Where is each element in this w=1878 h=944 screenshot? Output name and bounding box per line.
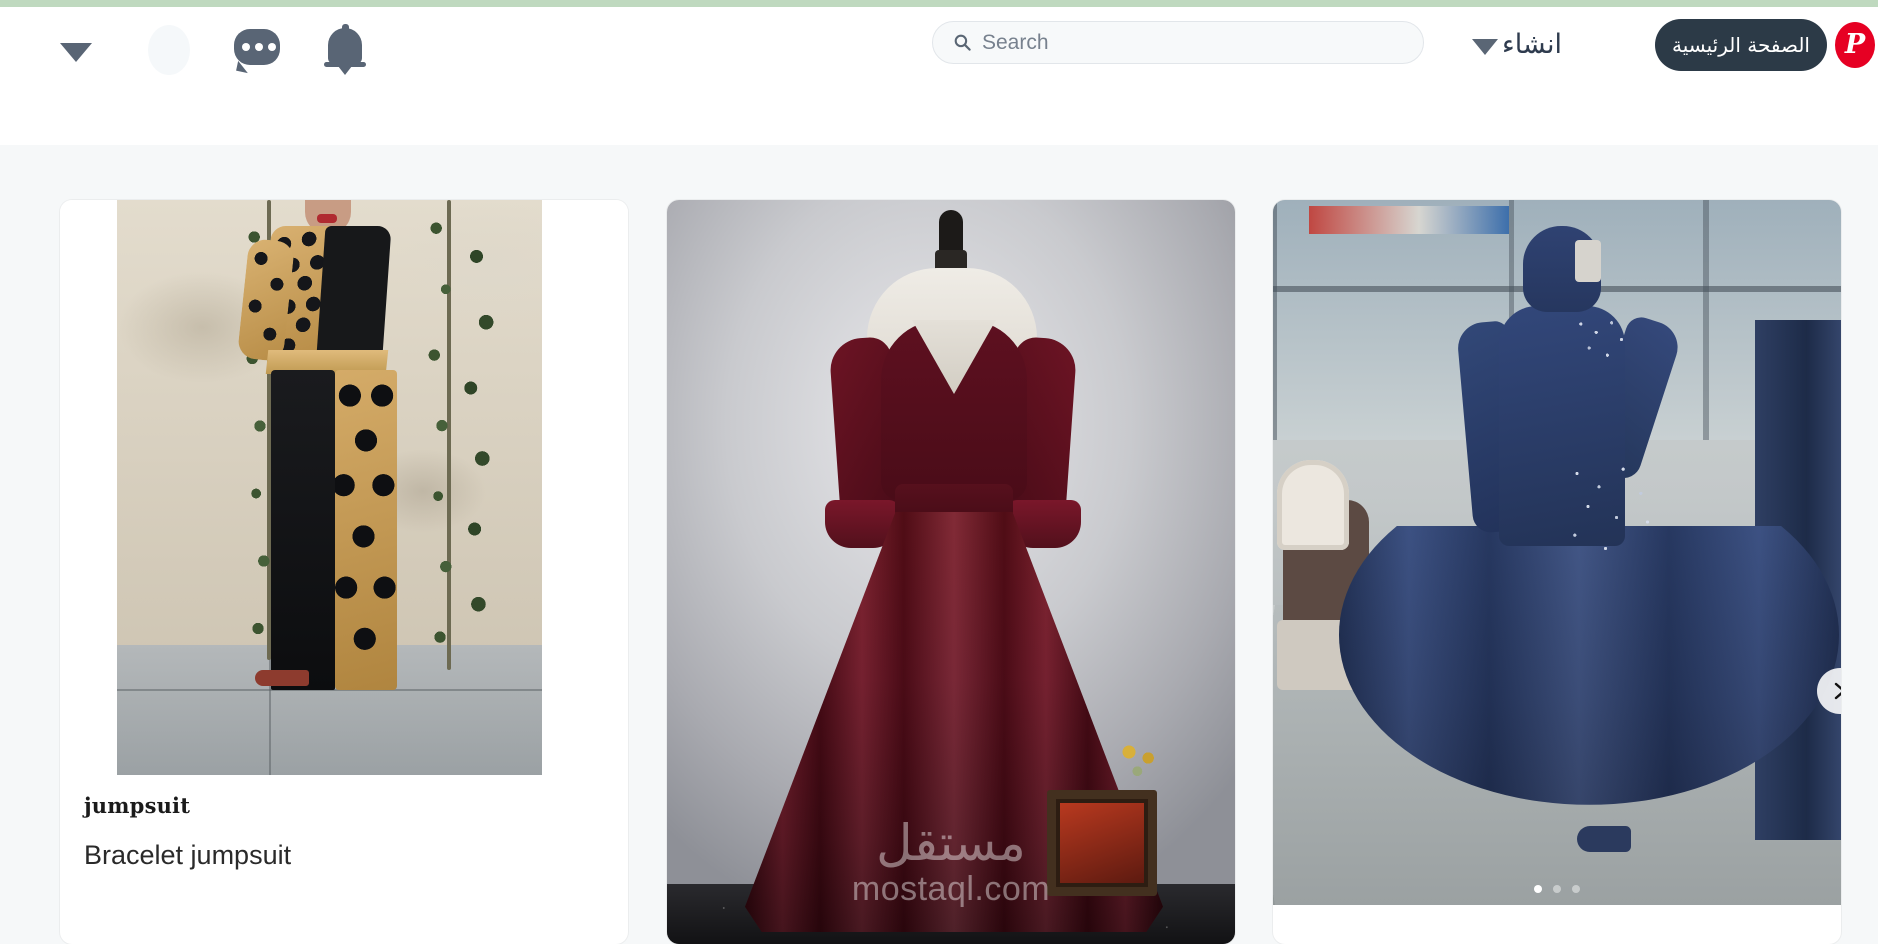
pin-image[interactable]: مستقل mostaql.com <box>667 200 1235 944</box>
bell-icon[interactable] <box>322 24 368 76</box>
chat-bubble-tail <box>236 60 250 74</box>
pin-image-art <box>117 200 542 775</box>
pin-grid: jumpsuit Bracelet jumpsuit مستقل mostaql… <box>0 200 1878 944</box>
search-bar[interactable] <box>932 21 1424 64</box>
pin-card[interactable]: مستقل mostaql.com <box>667 200 1235 944</box>
pin-image-art <box>1273 200 1841 905</box>
site-header: انشاء الصفحة الرئيسية P <box>0 7 1878 145</box>
search-input[interactable] <box>982 30 1382 55</box>
chevron-down-icon <box>1472 39 1498 55</box>
pin-card[interactable]: jumpsuit Bracelet jumpsuit <box>60 200 628 944</box>
header-left-cluster <box>0 7 368 93</box>
pin-title: jumpsuit <box>84 793 191 818</box>
create-menu[interactable]: انشاء <box>1472 21 1562 67</box>
pin-image-art <box>667 200 1235 944</box>
pin-image[interactable] <box>60 200 628 775</box>
pin-card[interactable] <box>1273 200 1841 944</box>
pinterest-logo-glyph: P <box>1844 28 1866 60</box>
chevron-right-icon <box>1834 682 1841 700</box>
avatar[interactable] <box>148 25 190 75</box>
pinterest-page: انشاء الصفحة الرئيسية P <box>0 0 1878 944</box>
pinterest-logo[interactable]: P <box>1835 22 1875 68</box>
home-button-label: الصفحة الرئيسية <box>1672 33 1810 57</box>
pin-image[interactable] <box>1273 200 1841 905</box>
pin-subtitle: Bracelet jumpsuit <box>84 840 292 870</box>
carousel-dot[interactable] <box>1534 885 1542 893</box>
carousel-dot[interactable] <box>1572 885 1580 893</box>
chevron-down-icon[interactable] <box>60 42 92 62</box>
bell-body <box>328 28 362 64</box>
carousel-dot[interactable] <box>1553 885 1561 893</box>
pin-meta: jumpsuit Bracelet jumpsuit <box>60 775 628 871</box>
chat-bubble-dots <box>242 43 276 51</box>
bell-clapper <box>338 66 352 75</box>
search-icon <box>954 34 971 51</box>
home-button[interactable]: الصفحة الرئيسية <box>1655 19 1827 71</box>
create-menu-label: انشاء <box>1502 28 1563 60</box>
carousel-dots <box>1273 885 1841 893</box>
header-row: انشاء الصفحة الرئيسية P <box>0 7 1878 93</box>
chat-bubble-icon[interactable] <box>234 29 280 74</box>
browser-top-strip <box>0 0 1878 7</box>
